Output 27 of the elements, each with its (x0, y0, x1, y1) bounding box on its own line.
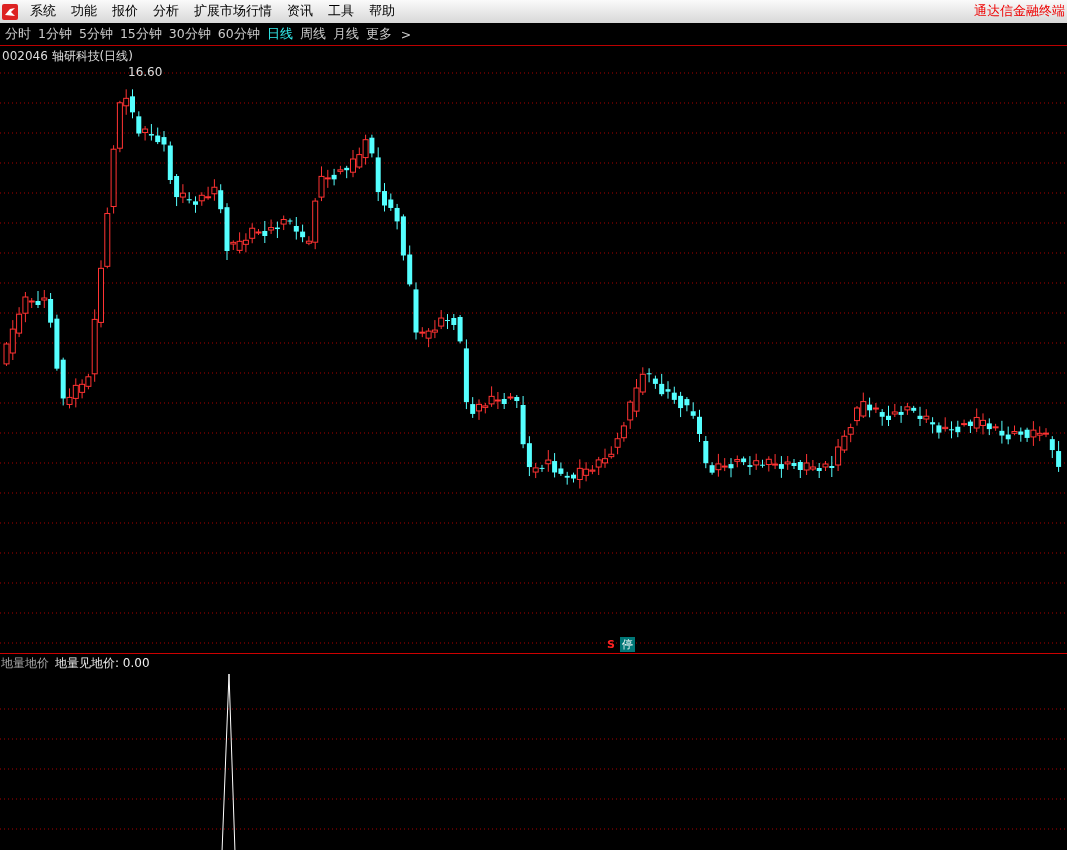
halt-badge: 停 (619, 637, 635, 652)
period-tab[interactable]: 周线 (299, 25, 326, 43)
menu-item[interactable]: 分析 (147, 3, 188, 20)
period-tab[interactable]: 分时 (5, 25, 31, 43)
period-tab[interactable]: 5分钟 (78, 25, 113, 43)
menu-item[interactable]: 功能 (65, 3, 106, 20)
more-tab[interactable]: 更多 (365, 25, 392, 43)
menu-item[interactable]: 资讯 (281, 3, 322, 20)
app-logo-icon (2, 3, 18, 20)
period-tab[interactable]: 30分钟 (168, 25, 211, 43)
indicator-name: 地量地价 (1, 655, 49, 672)
period-tab[interactable]: 60分钟 (217, 25, 260, 43)
menu-item[interactable]: 报价 (106, 3, 147, 20)
menu-item[interactable]: 扩展市场行情 (188, 3, 281, 20)
brand-title: 通达信金融终端 (974, 3, 1066, 20)
high-price-label: 16.60 (128, 65, 163, 79)
menu-item[interactable]: 帮助 (363, 3, 404, 20)
chevron-icon[interactable]: > (400, 26, 412, 42)
period-tab[interactable]: 15分钟 (119, 25, 162, 43)
indicator-reading: 地量见地价: 0.00 (55, 655, 150, 672)
period-tab[interactable]: 1分钟 (38, 25, 72, 43)
signal-mark: S (607, 638, 615, 651)
period-tab[interactable]: 月线 (332, 25, 359, 43)
menu-item[interactable]: 系统 (24, 3, 65, 20)
period-tab[interactable]: 日线 (266, 25, 293, 43)
menu-item[interactable]: 工具 (322, 3, 363, 20)
chart-title: 002046 轴研科技(日线) (2, 48, 133, 65)
